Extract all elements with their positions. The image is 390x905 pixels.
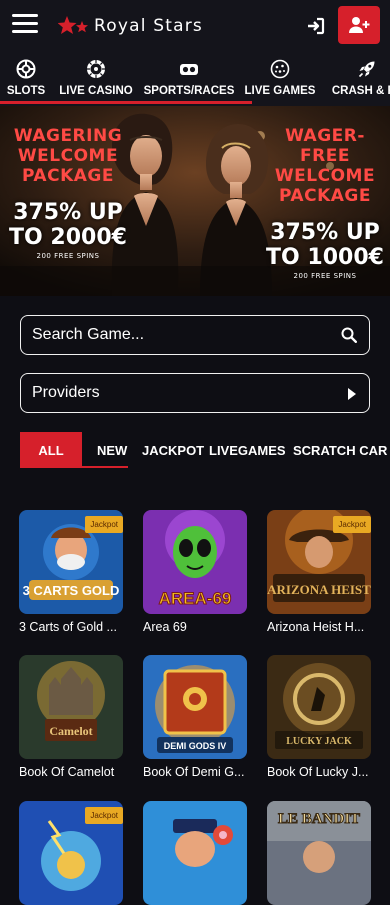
banner-offer: 375% UP — [270, 220, 380, 245]
game-name[interactable]: Book Of Lucky J... — [267, 765, 371, 779]
game-name[interactable]: 3 Carts of Gold ... — [19, 620, 123, 634]
banner-headline: WAGER-FREE — [285, 126, 365, 166]
vr-goggles-icon — [180, 64, 198, 75]
banner-spins: 200 FREE SPINS — [293, 272, 357, 280]
banner-headline: PACKAGE — [22, 166, 114, 186]
game-thumbnail[interactable]: 3 CARTS GOLD Jackpot — [19, 510, 123, 614]
providers-dropdown[interactable]: Providers — [20, 373, 370, 413]
search-placeholder: Search Game... — [32, 326, 145, 343]
game-thumbnail[interactable]: DEMI GODS IV — [143, 655, 247, 759]
hamburger-icon[interactable] — [12, 14, 38, 34]
game-art-text: 3 CARTS GOLD — [23, 583, 120, 598]
login-button[interactable] — [304, 14, 328, 38]
game-card[interactable]: DEMI GODS IV Book Of Demi G... — [143, 655, 247, 779]
search-icon[interactable] — [341, 327, 357, 343]
category-label: LIVE GAMES — [244, 85, 316, 97]
category-label: LIVE CASINO — [59, 85, 133, 97]
game-card[interactable]: ARIZONA HEIST Jackpot Arizona Heist H... — [267, 510, 371, 634]
banner-offer: TO 2000€ — [9, 225, 127, 250]
banner-offer: 375% UP — [13, 200, 123, 225]
game-art: LUCKY JACK — [267, 655, 371, 759]
filter-new[interactable]: NEW — [97, 432, 127, 468]
category-live-games[interactable]: LIVE GAMES — [245, 52, 315, 106]
filter-jackpot[interactable]: JACKPOT — [142, 432, 204, 468]
game-art-text: LUCKY JACK — [286, 736, 352, 747]
game-card[interactable]: AREA-69 Area 69 — [143, 510, 247, 634]
game-art — [143, 801, 247, 905]
top-bar: Royal Stars — [0, 0, 390, 52]
category-label: SPORTS/RACES — [143, 85, 235, 97]
category-slots[interactable]: SLOTS — [6, 52, 46, 106]
banner-spins: 200 FREE SPINS — [36, 252, 100, 260]
game-art-text: LE BANDIT — [278, 811, 360, 827]
category-crash-fast[interactable]: CRASH & FA — [332, 52, 390, 106]
game-name[interactable]: Arizona Heist H... — [267, 620, 371, 634]
register-button[interactable] — [338, 6, 380, 44]
game-thumbnail[interactable]: AREA-69 — [143, 510, 247, 614]
game-card[interactable]: Camelot Book Of Camelot — [19, 655, 123, 779]
game-thumbnail[interactable]: Jackpot — [19, 801, 123, 905]
game-art: LE BANDIT — [267, 801, 371, 905]
banner-headline: WELCOME — [274, 166, 376, 186]
game-art: AREA-69 — [143, 510, 247, 614]
game-art: Camelot — [19, 655, 123, 759]
game-name[interactable]: Book Of Demi G... — [143, 765, 247, 779]
game-card[interactable]: Jackpot — [19, 801, 123, 905]
banner-offer: TO 1000€ — [266, 245, 384, 270]
rocket-icon — [358, 61, 375, 78]
add-user-icon — [349, 17, 370, 33]
game-card[interactable]: LE BANDIT — [267, 801, 371, 905]
game-art-text: ARIZONA HEIST — [267, 582, 371, 597]
category-live-casino[interactable]: LIVE CASINO — [59, 52, 133, 106]
category-sports-races[interactable]: SPORTS/RACES — [144, 52, 234, 106]
filter-scratch-cards[interactable]: SCRATCH CAR — [293, 432, 387, 468]
game-art: DEMI GODS IV — [143, 655, 247, 759]
logo[interactable]: Royal Stars — [58, 13, 203, 39]
filter-underline — [20, 466, 128, 468]
logo-text: Royal Stars — [94, 16, 203, 36]
game-card[interactable]: 3 CARTS GOLD Jackpot 3 Carts of Gold ... — [19, 510, 123, 634]
filter-all[interactable]: ALL — [20, 432, 82, 468]
filter-livegames[interactable]: LIVEGAMES — [209, 432, 286, 468]
game-thumbnail[interactable]: ARIZONA HEIST Jackpot — [267, 510, 371, 614]
slot-reel-icon — [16, 59, 36, 79]
game-art-text: Camelot — [49, 724, 92, 738]
game-name[interactable]: Area 69 — [143, 620, 247, 634]
game-name[interactable]: Book Of Camelot — [19, 765, 123, 779]
game-thumbnail[interactable]: LUCKY JACK — [267, 655, 371, 759]
category-nav: SLOTS LIVE CASINO SPORTS/RACES LIVE GAME… — [0, 52, 390, 106]
game-thumbnail[interactable]: LE BANDIT — [267, 801, 371, 905]
game-card[interactable] — [143, 801, 247, 905]
search-input[interactable]: Search Game... — [20, 315, 370, 355]
login-icon — [308, 17, 325, 35]
jackpot-badge: Jackpot — [85, 807, 123, 824]
jackpot-badge: Jackpot — [85, 516, 123, 533]
category-label: SLOTS — [6, 85, 46, 97]
jackpot-badge: Jackpot — [333, 516, 371, 533]
chevron-right-icon — [348, 388, 356, 400]
ball-icon — [270, 59, 290, 79]
game-art-text: AREA-69 — [159, 589, 232, 608]
banner-offer-left: WAGERING WELCOME PACKAGE 375% UP TO 2000… — [6, 126, 130, 260]
providers-label: Providers — [32, 384, 100, 401]
game-card[interactable]: LUCKY JACK Book Of Lucky J... — [267, 655, 371, 779]
game-thumbnail[interactable]: Camelot — [19, 655, 123, 759]
category-label: CRASH & FA — [331, 85, 390, 97]
roulette-icon — [87, 60, 105, 78]
stars-logo-icon — [58, 16, 88, 34]
banner-offer-right: WAGER-FREE WELCOME PACKAGE 375% UP TO 10… — [262, 126, 388, 280]
banner-headline: PACKAGE — [279, 186, 371, 206]
promo-banner[interactable]: WAGERING WELCOME PACKAGE 375% UP TO 2000… — [0, 106, 390, 296]
active-nav-underline — [0, 101, 252, 104]
game-thumbnail[interactable] — [143, 801, 247, 905]
banner-headline: WAGERING — [13, 126, 123, 146]
filter-tabs: ALL NEW JACKPOT LIVEGAMES SCRATCH CAR — [20, 432, 390, 470]
game-art-text: DEMI GODS IV — [164, 741, 227, 751]
banner-headline: WELCOME — [17, 146, 119, 166]
